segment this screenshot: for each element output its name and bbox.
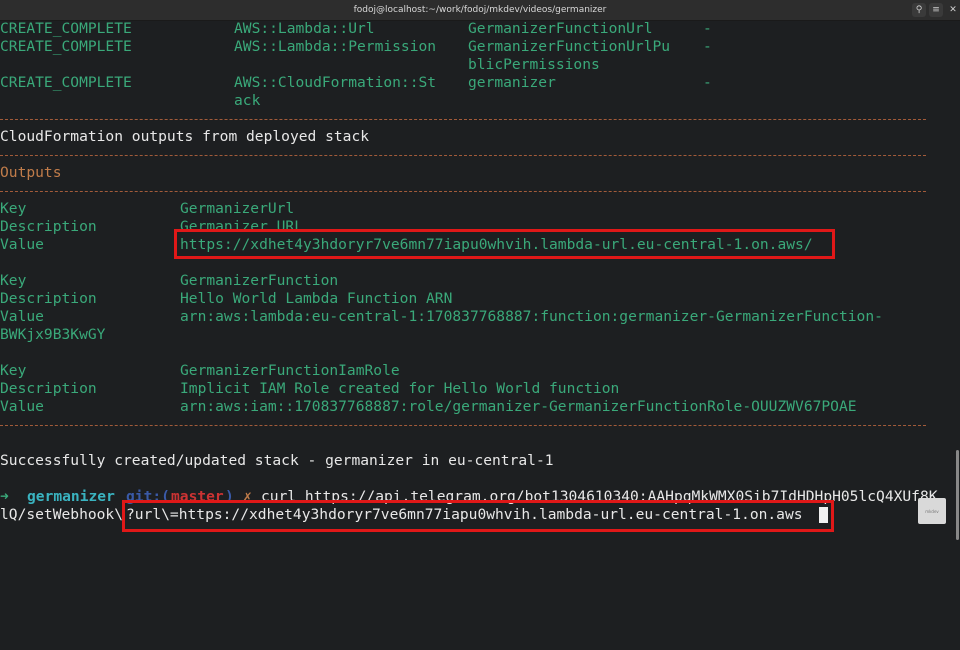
output-key-label: Key bbox=[0, 200, 27, 217]
output-desc-label: Description bbox=[0, 290, 97, 307]
resource-logical-id: GermanizerFunctionUrlPu bbox=[468, 38, 671, 55]
output-key: GermanizerFunction bbox=[180, 272, 339, 289]
resource-row: CREATE_COMPLETE AWS::Lambda::Permission … bbox=[0, 38, 712, 56]
watermark-badge: mkdev bbox=[918, 498, 946, 524]
resource-row: CREATE_COMPLETE AWS::Lambda::Url Germani… bbox=[0, 20, 712, 38]
window-titlebar: fodoj@localhost:~/work/fodoj/mkdev/video… bbox=[0, 0, 960, 21]
prompt-line-cont: lQ/setWebhook\ ?url\=https://xdhet4y3hdo… bbox=[0, 506, 803, 524]
output-desc-row: Description Hello World Lambda Function … bbox=[0, 290, 452, 308]
resource-row-cont: blicPermissions bbox=[0, 56, 600, 74]
output-key-label: Key bbox=[0, 362, 27, 379]
outputs-heading-text: CloudFormation outputs from deployed sta… bbox=[0, 128, 370, 145]
search-icon[interactable]: ⚲ bbox=[912, 3, 926, 17]
output-value-row-cont: BWKjx9B3KwGY bbox=[0, 326, 105, 344]
resource-logical-id: GermanizerFunctionUrl bbox=[468, 20, 653, 37]
output-description: Implicit IAM Role created for Hello Worl… bbox=[180, 380, 620, 397]
output-value-row: Value arn:aws:lambda:eu-central-1:170837… bbox=[0, 308, 883, 326]
outputs-heading: CloudFormation outputs from deployed sta… bbox=[0, 128, 369, 146]
output-key: GermanizerUrl bbox=[180, 200, 295, 217]
resource-reason: - bbox=[703, 74, 712, 91]
prompt-arrow-icon: ➜ bbox=[0, 488, 9, 505]
command-highlight-box bbox=[122, 500, 834, 532]
divider bbox=[0, 119, 926, 120]
output-value-label: Value bbox=[0, 308, 44, 325]
output-desc-row: Description Germanizer URL bbox=[0, 218, 303, 236]
resource-logical-id-cont: blicPermissions bbox=[468, 56, 600, 73]
outputs-label: Outputs bbox=[0, 164, 62, 182]
output-value-label: Value bbox=[0, 398, 44, 415]
divider bbox=[0, 425, 926, 426]
resource-status: CREATE_COMPLETE bbox=[0, 38, 132, 55]
success-line: Successfully created/updated stack - ger… bbox=[0, 452, 554, 470]
output-desc-label: Description bbox=[0, 380, 97, 397]
resource-reason: - bbox=[703, 20, 712, 37]
resource-type-cont: ack bbox=[234, 92, 261, 109]
output-description: Hello World Lambda Function ARN bbox=[180, 290, 453, 307]
prompt-line: ➜ germanizer git:( master ) ✗ curl https… bbox=[0, 488, 938, 506]
scrollbar[interactable] bbox=[956, 450, 959, 540]
output-key-row: Key GermanizerFunction bbox=[0, 272, 338, 290]
resource-status: CREATE_COMPLETE bbox=[0, 74, 132, 91]
output-value-row: Value https://xdhet4y3hdoryr7ve6mn77iapu… bbox=[0, 236, 813, 254]
divider bbox=[0, 191, 926, 192]
output-key-row: Key GermanizerUrl bbox=[0, 200, 294, 218]
badge-text: mkdev bbox=[925, 508, 939, 514]
resource-row-cont: ack bbox=[0, 92, 260, 110]
output-desc-row: Description Implicit IAM Role created fo… bbox=[0, 380, 619, 398]
close-icon[interactable]: ✕ bbox=[946, 3, 960, 17]
resource-status: CREATE_COMPLETE bbox=[0, 20, 132, 37]
output-value: arn:aws:lambda:eu-central-1:170837768887… bbox=[180, 308, 883, 325]
resource-type: AWS::CloudFormation::St bbox=[234, 74, 437, 91]
prompt-directory: germanizer bbox=[27, 488, 115, 505]
output-value: arn:aws:iam::170837768887:role/germanize… bbox=[180, 398, 857, 415]
outputs-label-text: Outputs bbox=[0, 164, 62, 181]
output-key-row: Key GermanizerFunctionIamRole bbox=[0, 362, 400, 380]
terminal-output[interactable]: CREATE_COMPLETE AWS::Lambda::Url Germani… bbox=[0, 20, 960, 540]
output-desc-label: Description bbox=[0, 218, 97, 235]
success-message: Successfully created/updated stack - ger… bbox=[0, 452, 554, 469]
resource-type: AWS::Lambda::Permission bbox=[234, 38, 437, 55]
url-highlight-box bbox=[174, 229, 835, 259]
hamburger-icon[interactable]: ≡ bbox=[929, 3, 943, 17]
divider bbox=[0, 155, 926, 156]
output-key-label: Key bbox=[0, 272, 27, 289]
window-title: fodoj@localhost:~/work/fodoj/mkdev/video… bbox=[353, 5, 607, 15]
resource-row: CREATE_COMPLETE AWS::CloudFormation::St … bbox=[0, 74, 712, 92]
resource-type: AWS::Lambda::Url bbox=[234, 20, 375, 37]
output-key: GermanizerFunctionIamRole bbox=[180, 362, 400, 379]
resource-logical-id: germanizer bbox=[468, 74, 556, 91]
output-value-label: Value bbox=[0, 236, 44, 253]
output-value-row: Value arn:aws:iam::170837768887:role/ger… bbox=[0, 398, 857, 416]
resource-reason: - bbox=[703, 38, 712, 55]
output-value-cont: BWKjx9B3KwGY bbox=[0, 326, 106, 343]
command-text-cont[interactable]: lQ/setWebhook\ bbox=[0, 506, 123, 524]
